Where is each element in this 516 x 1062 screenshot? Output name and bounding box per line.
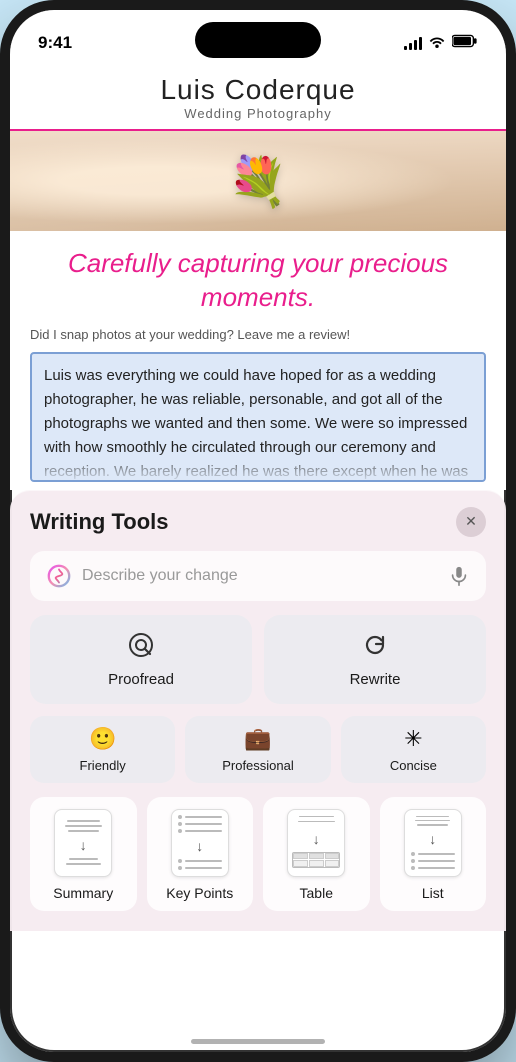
rewrite-icon [361,631,389,663]
table-button[interactable]: ↓ Table [263,797,370,911]
site-subtitle: Wedding Photography [30,106,486,121]
hero-flowers-icon: 💐 [228,153,288,210]
friendly-button[interactable]: 🙂 Friendly [30,716,175,783]
friendly-icon: 🙂 [89,726,116,752]
list-button[interactable]: ↓ [380,797,487,911]
summary-button[interactable]: ↓ Summary [30,797,137,911]
selected-text: Luis was everything we could have hoped … [30,352,486,482]
hero-image: 💐 [10,131,506,231]
wifi-icon [428,34,446,53]
summary-icon: ↓ [54,809,112,877]
friendly-label: Friendly [80,758,126,773]
close-button[interactable]: ✕ [456,507,486,537]
writing-tools-panel: Writing Tools ✕ [10,490,506,931]
ai-icon [46,563,72,589]
tagline: Carefully capturing your precious moment… [10,231,506,323]
key-points-icon: ↓ [171,809,229,877]
professional-label: Professional [222,758,294,773]
action-row: Proofread Rewrite [30,615,486,704]
search-placeholder[interactable]: Describe your change [82,567,438,585]
status-time: 9:41 [38,33,72,53]
home-indicator [191,1039,325,1044]
rewrite-button[interactable]: Rewrite [264,615,486,704]
table-label: Table [300,885,333,901]
table-icon: ↓ [287,809,345,877]
signal-bars-icon [404,37,422,50]
proofread-icon [127,631,155,663]
site-title: Luis Coderque [30,74,486,106]
dynamic-island [195,22,321,58]
professional-button[interactable]: 💼 Professional [185,716,330,783]
status-icons [404,34,478,53]
panel-title: Writing Tools [30,509,169,535]
site-header: Luis Coderque Wedding Photography [10,64,506,131]
concise-label: Concise [390,758,437,773]
professional-icon: 💼 [244,726,271,752]
list-icon: ↓ [404,809,462,877]
concise-button[interactable]: ✳ Concise [341,716,486,783]
battery-icon [452,34,478,53]
tone-row: 🙂 Friendly 💼 Professional ✳ Concise [30,716,486,783]
proofread-button[interactable]: Proofread [30,615,252,704]
page-content: Luis Coderque Wedding Photography 💐 Care… [10,64,506,490]
rewrite-label: Rewrite [350,671,401,688]
mic-icon[interactable] [448,565,470,587]
summary-label: Summary [53,885,113,901]
key-points-button[interactable]: ↓ Key Points [147,797,254,911]
review-prompt: Did I snap photos at your wedding? Leave… [10,323,506,352]
list-label: List [422,885,444,901]
proofread-label: Proofread [108,671,174,688]
phone-frame: 9:41 [0,0,516,1062]
key-points-label: Key Points [166,885,233,901]
panel-header: Writing Tools ✕ [30,507,486,537]
search-bar[interactable]: Describe your change [30,551,486,601]
format-row: ↓ Summary [30,797,486,911]
concise-icon: ✳ [404,726,422,752]
